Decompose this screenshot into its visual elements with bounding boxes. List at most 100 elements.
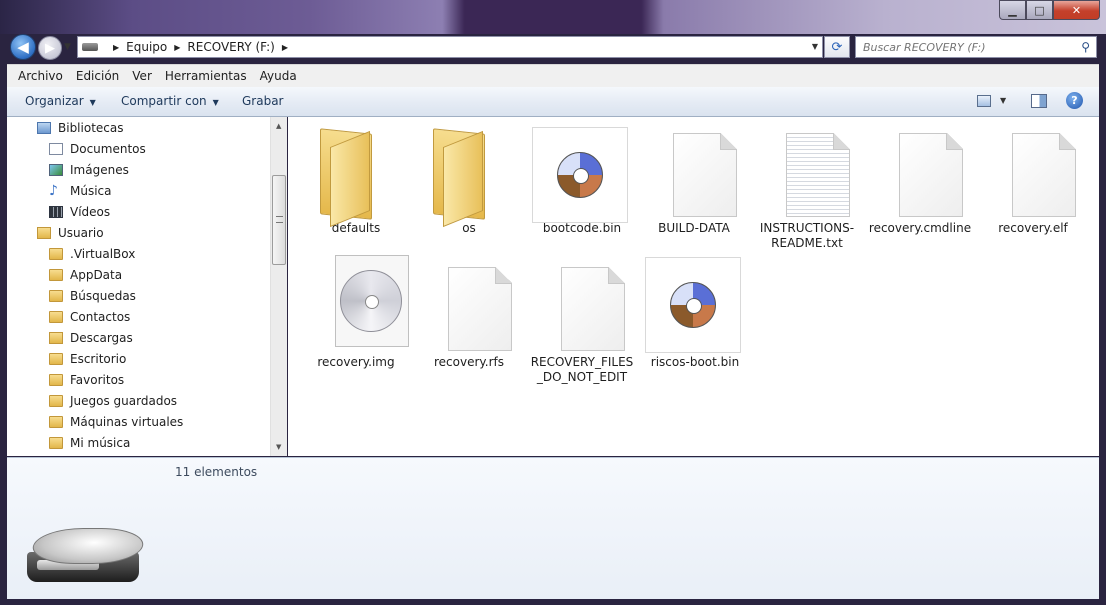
forward-arrow-icon: ▶	[45, 40, 55, 56]
breadcrumb-recovery[interactable]: RECOVERY (F:)	[187, 40, 274, 54]
file-item-bootcode-bin[interactable]: bootcode.bin	[530, 119, 634, 236]
generic-file-icon	[870, 119, 970, 219]
nav-item-imagenes[interactable]: Imágenes	[49, 159, 129, 180]
downloads-folder-icon	[49, 331, 63, 344]
refresh-button[interactable]: ⟳	[824, 36, 850, 58]
scroll-up-icon[interactable]: ▲	[276, 122, 281, 130]
back-button[interactable]: ◀	[10, 34, 36, 60]
help-icon[interactable]: ?	[1066, 92, 1083, 109]
breadcrumb-equipo[interactable]: Equipo	[126, 40, 167, 54]
text-file-icon	[757, 119, 857, 219]
nav-item-musica[interactable]: ♪ Música	[49, 180, 112, 201]
burn-button[interactable]: Grabar	[242, 94, 284, 108]
file-item-instructions-readme[interactable]: INSTRUCTIONS-README.txt	[755, 119, 859, 251]
nav-item-label: Documentos	[70, 141, 146, 156]
menu-bar: Archivo Edición Ver Herramientas Ayuda	[7, 64, 1099, 87]
view-options-dropdown[interactable]: ▼	[1000, 96, 1006, 105]
file-item-os[interactable]: os	[417, 119, 521, 236]
nav-item-busquedas[interactable]: Búsquedas	[49, 285, 136, 306]
nav-item-label: Vídeos	[70, 204, 111, 219]
documents-icon	[49, 142, 63, 155]
nav-item-label: Contactos	[70, 309, 131, 324]
file-item-recovery-elf[interactable]: recovery.elf	[981, 119, 1085, 236]
close-icon: ✕	[1071, 3, 1082, 17]
nav-item-virtualbox[interactable]: .VirtualBox	[49, 243, 135, 264]
folder-icon	[306, 119, 406, 228]
optical-disc-image-icon	[306, 253, 409, 353]
user-folder-icon	[37, 226, 51, 239]
file-item-recovery-img[interactable]: recovery.img	[304, 253, 409, 370]
folder-icon	[419, 119, 519, 228]
nav-item-label: Bibliotecas	[58, 120, 124, 135]
menu-herramientas[interactable]: Herramientas	[165, 69, 247, 83]
minimize-icon: ▁	[1008, 3, 1017, 17]
file-name: recovery.rfs	[433, 355, 505, 369]
search-icon[interactable]: ⚲	[1081, 40, 1090, 54]
maximize-icon: □	[1034, 3, 1045, 17]
nav-item-appdata[interactable]: AppData	[49, 264, 122, 285]
nav-item-label: Juegos guardados	[70, 393, 178, 408]
chevron-down-icon: ▼	[89, 98, 96, 107]
pictures-icon	[49, 163, 63, 176]
file-item-build-data[interactable]: BUILD-DATA	[642, 119, 746, 236]
nav-item-usuario[interactable]: Usuario	[37, 222, 104, 243]
minimize-button[interactable]: ▁	[999, 0, 1026, 20]
removable-drive-icon	[25, 526, 149, 586]
generic-file-icon	[644, 119, 744, 219]
search-input[interactable]	[863, 40, 1063, 54]
nav-item-label: Búsquedas	[70, 288, 136, 303]
preview-pane-icon[interactable]	[1031, 94, 1047, 108]
disc-image-icon	[532, 119, 632, 223]
back-arrow-icon: ◀	[17, 38, 29, 56]
change-view-icon[interactable]	[977, 95, 991, 107]
scroll-down-icon[interactable]: ▼	[276, 443, 281, 451]
scrollbar-thumb[interactable]	[272, 175, 286, 265]
generic-file-icon	[419, 253, 519, 353]
file-name: INSTRUCTIONS-README.txt	[759, 221, 855, 250]
folder-icon	[49, 247, 63, 260]
recent-pages-dropdown[interactable]: ▼	[64, 42, 71, 52]
nav-item-mi-musica[interactable]: Mi música	[49, 432, 130, 453]
file-item-recovery-cmdline[interactable]: recovery.cmdline	[868, 119, 972, 236]
nav-item-descargas[interactable]: Descargas	[49, 327, 133, 348]
address-dropdown[interactable]: ▼	[812, 42, 818, 51]
organize-button[interactable]: Organizar ▼	[25, 94, 96, 108]
maximize-button[interactable]: □	[1026, 0, 1053, 20]
menu-ver[interactable]: Ver	[132, 69, 152, 83]
nav-item-videos[interactable]: Vídeos	[49, 201, 110, 222]
close-button[interactable]: ✕	[1053, 0, 1100, 20]
menu-ayuda[interactable]: Ayuda	[260, 69, 297, 83]
drive-icon	[82, 43, 98, 51]
library-icon	[37, 121, 51, 134]
forward-button[interactable]: ▶	[38, 36, 62, 60]
file-item-defaults[interactable]: defaults	[304, 119, 408, 236]
nav-item-juegos-guardados[interactable]: Juegos guardados	[49, 390, 177, 411]
breadcrumb-separator[interactable]: ▶	[113, 43, 119, 52]
breadcrumb-separator[interactable]: ▶	[282, 43, 288, 52]
nav-item-maquinas-virtuales[interactable]: Máquinas virtuales	[49, 411, 183, 432]
address-row: ◀ ▶ ▼ ▶ Equipo ▶ RECOVERY (F:) ▶ ▼ ⟳ ⚲	[0, 34, 1106, 62]
file-item-recovery-rfs[interactable]: recovery.rfs	[417, 253, 521, 370]
share-with-button[interactable]: Compartir con ▼	[121, 94, 219, 108]
menu-edicion[interactable]: Edición	[76, 69, 119, 83]
help-icon-glyph: ?	[1071, 94, 1078, 107]
nav-item-escritorio[interactable]: Escritorio	[49, 348, 126, 369]
search-box[interactable]: ⚲	[855, 36, 1097, 58]
nav-item-documentos[interactable]: Documentos	[49, 138, 146, 159]
menu-archivo[interactable]: Archivo	[18, 69, 63, 83]
breadcrumb-separator[interactable]: ▶	[174, 43, 180, 52]
scrollbar-grip	[276, 216, 283, 223]
nav-item-bibliotecas[interactable]: Bibliotecas	[37, 117, 123, 138]
nav-item-label: Escritorio	[70, 351, 127, 366]
address-bar[interactable]: ▶ Equipo ▶ RECOVERY (F:) ▶ ▼	[77, 36, 823, 58]
nav-item-favoritos[interactable]: Favoritos	[49, 369, 124, 390]
searches-folder-icon	[49, 289, 63, 302]
file-item-recovery-files-do-not-edit[interactable]: RECOVERY_FILES_DO_NOT_EDIT	[530, 253, 634, 385]
nav-item-label: Usuario	[58, 225, 104, 240]
file-item-riscos-boot-bin[interactable]: riscos-boot.bin	[643, 253, 747, 370]
navigation-pane: Bibliotecas Documentos Imágenes ♪ Música …	[7, 117, 287, 456]
nav-item-contactos[interactable]: Contactos	[49, 306, 130, 327]
navigation-scrollbar[interactable]: ▲ ▼	[270, 117, 287, 456]
file-name: recovery.elf	[998, 221, 1068, 235]
item-count: 11 elementos	[175, 465, 258, 479]
